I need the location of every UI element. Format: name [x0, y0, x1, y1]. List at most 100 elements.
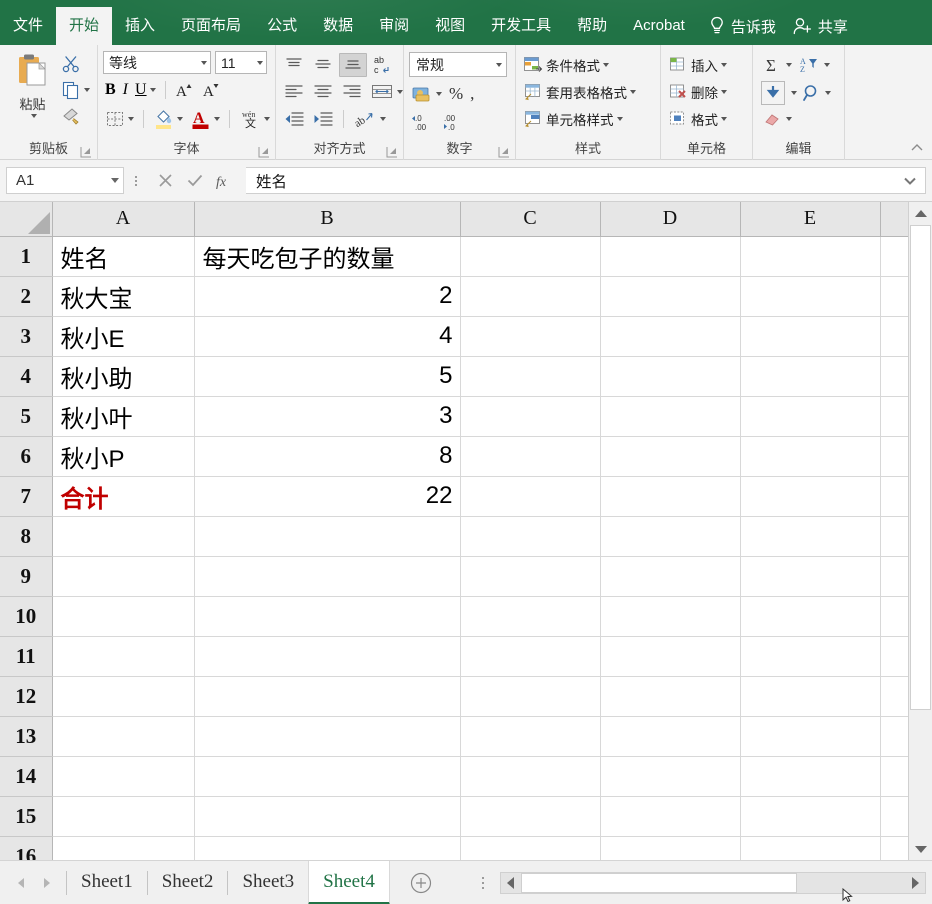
- cell-A15[interactable]: [52, 796, 194, 836]
- cell-E6[interactable]: [740, 436, 880, 476]
- cell-F14[interactable]: [880, 756, 908, 796]
- fill-color-caret-icon[interactable]: [177, 117, 183, 121]
- cell-B12[interactable]: [194, 676, 460, 716]
- row-header-3[interactable]: 3: [0, 316, 52, 356]
- cell-A9[interactable]: [52, 556, 194, 596]
- cell-E9[interactable]: [740, 556, 880, 596]
- delete-cells-button[interactable]: 删除: [666, 80, 729, 104]
- name-box-chevron-down-icon[interactable]: [111, 178, 119, 183]
- find-select-caret-icon[interactable]: [825, 91, 831, 95]
- formula-input[interactable]: 姓名: [246, 167, 926, 194]
- text-orientation-button[interactable]: ab: [351, 107, 388, 131]
- cell-D4[interactable]: [600, 356, 740, 396]
- sheet-tab-sheet4[interactable]: Sheet4: [308, 861, 390, 904]
- increase-decimal-button[interactable]: .0 .00: [409, 110, 437, 134]
- borders-button[interactable]: [103, 107, 136, 131]
- row-header-5[interactable]: 5: [0, 396, 52, 436]
- enter-entry-button[interactable]: [180, 168, 210, 194]
- align-middle-button[interactable]: [310, 53, 336, 77]
- font-name-selector[interactable]: 等线: [103, 51, 211, 74]
- cell-B15[interactable]: [194, 796, 460, 836]
- increase-font-size-button[interactable]: A: [173, 78, 197, 102]
- merge-center-button[interactable]: [368, 80, 405, 104]
- cell-A10[interactable]: [52, 596, 194, 636]
- cell-C11[interactable]: [460, 636, 600, 676]
- delete-cells-caret-icon[interactable]: [721, 90, 727, 94]
- cell-E7[interactable]: [740, 476, 880, 516]
- cell-E14[interactable]: [740, 756, 880, 796]
- cell-A2[interactable]: 秋大宝: [52, 276, 194, 316]
- cell-D10[interactable]: [600, 596, 740, 636]
- cell-B6[interactable]: 8: [194, 436, 460, 476]
- font-size-selector[interactable]: 11: [215, 51, 267, 74]
- ribbon-tab-developer[interactable]: 开发工具: [478, 7, 564, 45]
- row-header-11[interactable]: 11: [0, 636, 52, 676]
- cell-A11[interactable]: [52, 636, 194, 676]
- wrap-text-button[interactable]: ab c: [370, 53, 398, 77]
- row-header-15[interactable]: 15: [0, 796, 52, 836]
- sheet-nav-next-button[interactable]: [42, 877, 52, 889]
- cell-F1[interactable]: [880, 236, 908, 276]
- decrease-indent-button[interactable]: [281, 107, 307, 131]
- sort-filter-button[interactable]: A Z: [797, 53, 832, 77]
- cell-C2[interactable]: [460, 276, 600, 316]
- percent-style-button[interactable]: %: [447, 82, 465, 106]
- copy-dropdown-caret-icon[interactable]: [84, 88, 90, 92]
- sheet-tab-sheet1[interactable]: Sheet1: [67, 861, 147, 904]
- cell-E8[interactable]: [740, 516, 880, 556]
- clipboard-dialog-launcher-icon[interactable]: [80, 146, 92, 158]
- format-painter-button[interactable]: [59, 104, 92, 128]
- cell-E2[interactable]: [740, 276, 880, 316]
- cell-B2[interactable]: 2: [194, 276, 460, 316]
- fill-color-button[interactable]: [151, 107, 185, 131]
- row-header-4[interactable]: 4: [0, 356, 52, 396]
- cell-styles-caret-icon[interactable]: [617, 117, 623, 121]
- cell-D13[interactable]: [600, 716, 740, 756]
- cell-D12[interactable]: [600, 676, 740, 716]
- cell-E3[interactable]: [740, 316, 880, 356]
- formula-bar-chevron-down-icon[interactable]: [903, 176, 917, 186]
- format-as-table-button[interactable]: 套用表格格式: [521, 80, 638, 104]
- scroll-up-button[interactable]: [909, 202, 932, 224]
- underline-button[interactable]: U: [133, 78, 158, 102]
- horizontal-scroll-thumb[interactable]: [521, 873, 798, 893]
- cell-F6[interactable]: [880, 436, 908, 476]
- cell-E11[interactable]: [740, 636, 880, 676]
- vertical-scrollbar[interactable]: [908, 202, 932, 860]
- cell-C15[interactable]: [460, 796, 600, 836]
- ribbon-tab-file[interactable]: 文件: [0, 7, 56, 45]
- select-all-corner[interactable]: [0, 202, 52, 236]
- font-size-caret-icon[interactable]: [257, 61, 263, 65]
- column-header-partial[interactable]: [880, 202, 908, 236]
- cell-D3[interactable]: [600, 316, 740, 356]
- format-cells-button[interactable]: 格式: [666, 107, 729, 131]
- copy-button[interactable]: [59, 78, 92, 102]
- font-color-caret-icon[interactable]: [214, 117, 220, 121]
- align-bottom-button[interactable]: [339, 53, 367, 77]
- autosum-caret-icon[interactable]: [786, 63, 792, 67]
- formula-bar-grip[interactable]: [127, 168, 145, 194]
- cell-F7[interactable]: [880, 476, 908, 516]
- cell-F2[interactable]: [880, 276, 908, 316]
- column-header-c[interactable]: C: [460, 202, 600, 236]
- cell-D5[interactable]: [600, 396, 740, 436]
- cell-A3[interactable]: 秋小E: [52, 316, 194, 356]
- cell-B10[interactable]: [194, 596, 460, 636]
- cell-styles-button[interactable]: 单元格样式: [521, 107, 625, 131]
- cell-D11[interactable]: [600, 636, 740, 676]
- row-header-2[interactable]: 2: [0, 276, 52, 316]
- column-header-b[interactable]: B: [194, 202, 460, 236]
- cell-E10[interactable]: [740, 596, 880, 636]
- cell-B9[interactable]: [194, 556, 460, 596]
- cell-B8[interactable]: [194, 516, 460, 556]
- font-name-caret-icon[interactable]: [201, 61, 207, 65]
- align-top-button[interactable]: [281, 53, 307, 77]
- cell-B3[interactable]: 4: [194, 316, 460, 356]
- row-header-16[interactable]: 16: [0, 836, 52, 860]
- ribbon-tab-page-layout[interactable]: 页面布局: [168, 7, 254, 45]
- merge-caret-icon[interactable]: [397, 90, 403, 94]
- number-format-caret-icon[interactable]: [496, 63, 502, 67]
- paste-button[interactable]: 粘贴: [6, 50, 59, 118]
- cell-C6[interactable]: [460, 436, 600, 476]
- cell-C1[interactable]: [460, 236, 600, 276]
